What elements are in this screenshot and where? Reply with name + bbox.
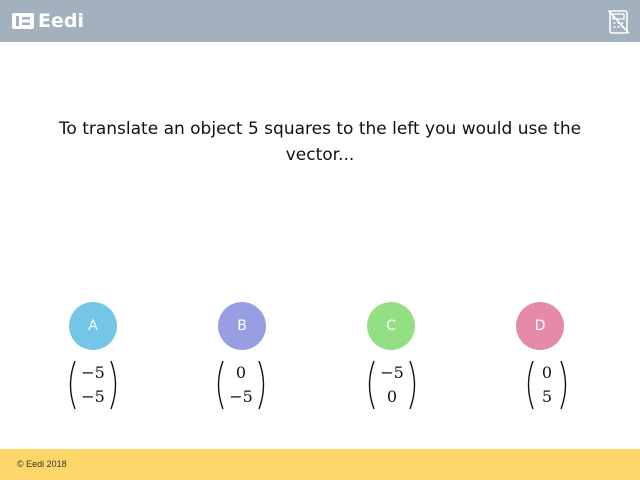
vector-bottom-value: 5 bbox=[541, 387, 553, 406]
brand-name: Eedi bbox=[38, 10, 84, 32]
calculator-disabled-icon[interactable] bbox=[608, 10, 630, 34]
option-c-button[interactable]: C bbox=[367, 302, 415, 350]
header-bar: Eedi bbox=[0, 0, 640, 42]
option-d-button[interactable]: D bbox=[516, 302, 564, 350]
option-d-vector: 0 5 bbox=[517, 358, 577, 412]
option-b-vector: 0 −5 bbox=[211, 358, 271, 412]
option-b-letter: B bbox=[237, 318, 247, 334]
vector-bottom-value: −5 bbox=[81, 387, 105, 406]
option-a-button[interactable]: A bbox=[69, 302, 117, 350]
option-b-button[interactable]: B bbox=[218, 302, 266, 350]
option-c-letter: C bbox=[386, 318, 396, 334]
option-a-letter: A bbox=[88, 318, 98, 334]
vector-bottom-value: −5 bbox=[229, 387, 253, 406]
option-d-letter: D bbox=[534, 318, 546, 334]
eedi-logo-icon bbox=[12, 13, 34, 29]
footer-bar: © Eedi 2018 bbox=[0, 449, 640, 480]
vector-top-value: 0 bbox=[541, 363, 553, 382]
vector-bottom-value: 0 bbox=[386, 387, 398, 406]
option-a-vector: −5 −5 bbox=[63, 358, 123, 412]
vector-top-value: −5 bbox=[81, 363, 105, 382]
copyright-text: © Eedi 2018 bbox=[17, 459, 67, 469]
vector-top-value: −5 bbox=[380, 363, 404, 382]
option-c-vector: −5 0 bbox=[362, 358, 422, 412]
question-text: To translate an object 5 squares to the … bbox=[58, 119, 582, 165]
vector-top-value: 0 bbox=[235, 363, 247, 382]
eedi-logo[interactable]: Eedi bbox=[12, 10, 84, 32]
